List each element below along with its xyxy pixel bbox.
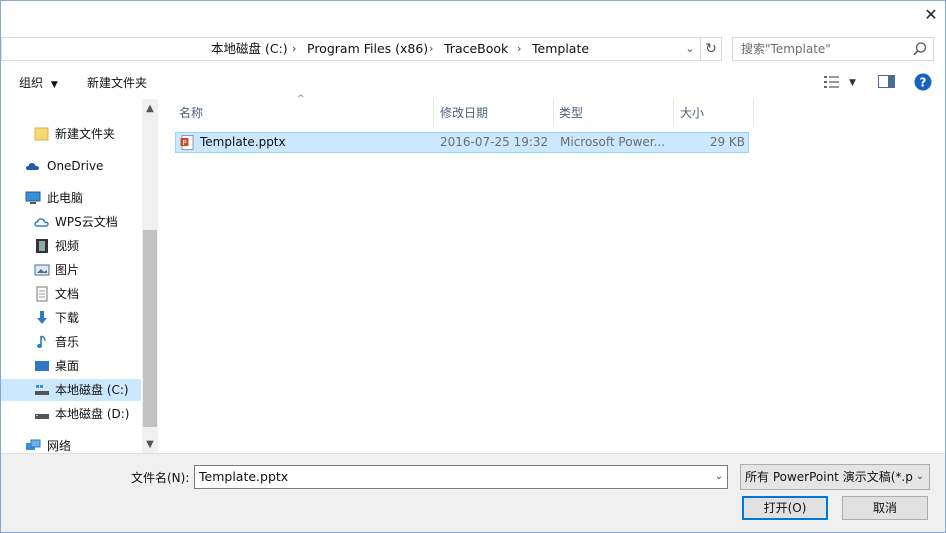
breadcrumb-separator[interactable]: › <box>292 38 296 60</box>
breadcrumb-template[interactable]: Template <box>532 38 589 60</box>
breadcrumb-local-disk-c[interactable]: 本地磁盘 (C:) <box>211 38 288 60</box>
drive-icon <box>35 385 49 395</box>
sidebar-item-local-disk-c[interactable]: 本地磁盘 (C:) <box>1 379 141 401</box>
chevron-down-icon[interactable]: ⌄ <box>913 465 927 489</box>
column-divider[interactable] <box>673 99 674 127</box>
file-name-cell[interactable]: Template.pptx <box>200 132 286 153</box>
column-header-modified[interactable]: 修改日期 <box>440 99 488 127</box>
view-options-icon[interactable] <box>823 74 841 90</box>
sidebar-item-label: 网络 <box>47 439 72 453</box>
file-size-cell: 29 KB <box>709 135 745 149</box>
sidebar-item-downloads[interactable]: 下载 <box>1 307 141 329</box>
sidebar-item-documents[interactable]: 文档 <box>1 283 141 305</box>
picture-icon <box>34 264 50 276</box>
organize-button[interactable]: 组织 ▼ <box>19 74 58 92</box>
desktop-icon <box>35 361 49 371</box>
filename-label: 文件名(N): <box>131 471 190 485</box>
organize-label: 组织 <box>19 76 44 90</box>
sidebar-item-label: 桌面 <box>55 359 80 373</box>
column-header-type[interactable]: 类型 <box>559 99 583 127</box>
sidebar-item-label: 文档 <box>55 287 80 301</box>
file-type-cell: Microsoft Power... <box>560 135 666 149</box>
sidebar-item-label: 新建文件夹 <box>55 127 116 141</box>
scroll-down-icon[interactable]: ▼ <box>142 437 158 453</box>
video-icon <box>36 239 48 253</box>
sidebar-item-videos[interactable]: 视频 <box>1 235 141 257</box>
sidebar-item-music[interactable]: 音乐 <box>1 331 141 353</box>
breadcrumb-separator[interactable]: › <box>517 38 521 60</box>
sidebar-item-wps-cloud[interactable]: WPS云文档 <box>1 211 141 233</box>
column-divider[interactable] <box>433 99 434 127</box>
sidebar-item-network[interactable]: 网络 <box>1 435 141 453</box>
sidebar-item-label: 图片 <box>55 263 80 277</box>
refresh-icon: ↻ <box>705 41 717 57</box>
filename-value: Template.pptx <box>199 469 289 484</box>
folder-icon <box>34 127 49 141</box>
sidebar-item-desktop[interactable]: 桌面 <box>1 355 141 377</box>
file-open-dialog: ✕ 本地磁盘 (C:) › Program Files (x86) › Trac… <box>0 0 946 533</box>
preview-pane-icon[interactable] <box>878 75 896 89</box>
pptx-file-icon: P <box>180 135 194 150</box>
caret-down-icon[interactable]: ▼ <box>849 74 856 92</box>
column-divider[interactable] <box>753 99 754 127</box>
svg-text:?: ? <box>920 76 927 90</box>
sidebar-item-label: 本地磁盘 (D:) <box>55 407 130 421</box>
file-type-filter-select[interactable]: 所有 PowerPoint 演示文稿(*.p ⌄ <box>740 464 930 490</box>
cloud-icon <box>34 218 49 227</box>
sort-ascending-icon: ^ <box>297 94 305 104</box>
breadcrumb-separator[interactable]: › <box>429 38 433 60</box>
column-header-name[interactable]: 名称 <box>179 99 203 127</box>
computer-icon <box>25 191 41 204</box>
sidebar-item-label: 此电脑 <box>47 191 84 205</box>
chevron-down-icon[interactable]: ⌄ <box>711 466 727 488</box>
cancel-button[interactable]: 取消 <box>842 496 928 520</box>
download-icon <box>37 311 47 324</box>
scroll-up-icon[interactable]: ▲ <box>142 101 158 117</box>
document-icon <box>36 286 48 302</box>
search-input[interactable]: 搜索"Template" <box>732 37 934 61</box>
open-button[interactable]: 打开(O) <box>742 496 828 520</box>
sidebar-item-label: 本地磁盘 (C:) <box>55 383 129 397</box>
sidebar-item-this-pc[interactable]: 此电脑 <box>1 187 141 209</box>
search-icon[interactable] <box>911 40 929 58</box>
sidebar-item-label: 下载 <box>55 311 80 325</box>
filename-input[interactable]: Template.pptx ⌄ <box>194 465 728 489</box>
drive-icon <box>35 414 49 419</box>
svg-text:P: P <box>182 139 186 147</box>
breadcrumb-tracebook[interactable]: TraceBook <box>444 38 508 60</box>
network-icon <box>26 439 41 450</box>
sidebar-item-local-disk-d[interactable]: 本地磁盘 (D:) <box>1 403 141 425</box>
new-folder-button[interactable]: 新建文件夹 <box>87 74 147 92</box>
caret-down-icon: ▼ <box>50 80 58 90</box>
sidebar-item-new-folder[interactable]: 新建文件夹 <box>1 123 141 145</box>
cloud-icon <box>26 163 39 170</box>
sidebar-item-onedrive[interactable]: OneDrive <box>1 155 141 177</box>
file-type-filter-value: 所有 PowerPoint 演示文稿(*.p <box>745 470 913 484</box>
navigation-pane: 新建文件夹 OneDrive 此电脑 WPS云文档 视频 图片 文档 下载 音乐… <box>1 99 159 453</box>
chevron-down-icon[interactable]: ⌄ <box>684 38 696 60</box>
search-placeholder: 搜索"Template" <box>741 42 831 56</box>
sidebar-item-label: 视频 <box>55 239 80 253</box>
sidebar-item-label: WPS云文档 <box>55 215 118 229</box>
toolbar: 组织 ▼ 新建文件夹 ▼ ? <box>1 67 945 97</box>
sidebar-item-label: OneDrive <box>47 159 104 173</box>
sidebar-item-label: 音乐 <box>55 335 80 349</box>
sidebar-item-pictures[interactable]: 图片 <box>1 259 141 281</box>
close-button[interactable]: ✕ <box>919 4 943 26</box>
column-header-size[interactable]: 大小 <box>680 99 704 127</box>
refresh-button[interactable]: ↻ <box>701 37 722 61</box>
music-icon <box>37 335 46 348</box>
address-bar[interactable]: 本地磁盘 (C:) › Program Files (x86) › TraceB… <box>1 37 701 61</box>
column-divider[interactable] <box>553 99 554 127</box>
nav-scrollbar-thumb[interactable] <box>143 230 157 427</box>
help-icon[interactable]: ? <box>914 73 932 91</box>
file-modified-cell: 2016-07-25 19:32 <box>440 135 549 149</box>
breadcrumb-program-files[interactable]: Program Files (x86) <box>307 38 428 60</box>
